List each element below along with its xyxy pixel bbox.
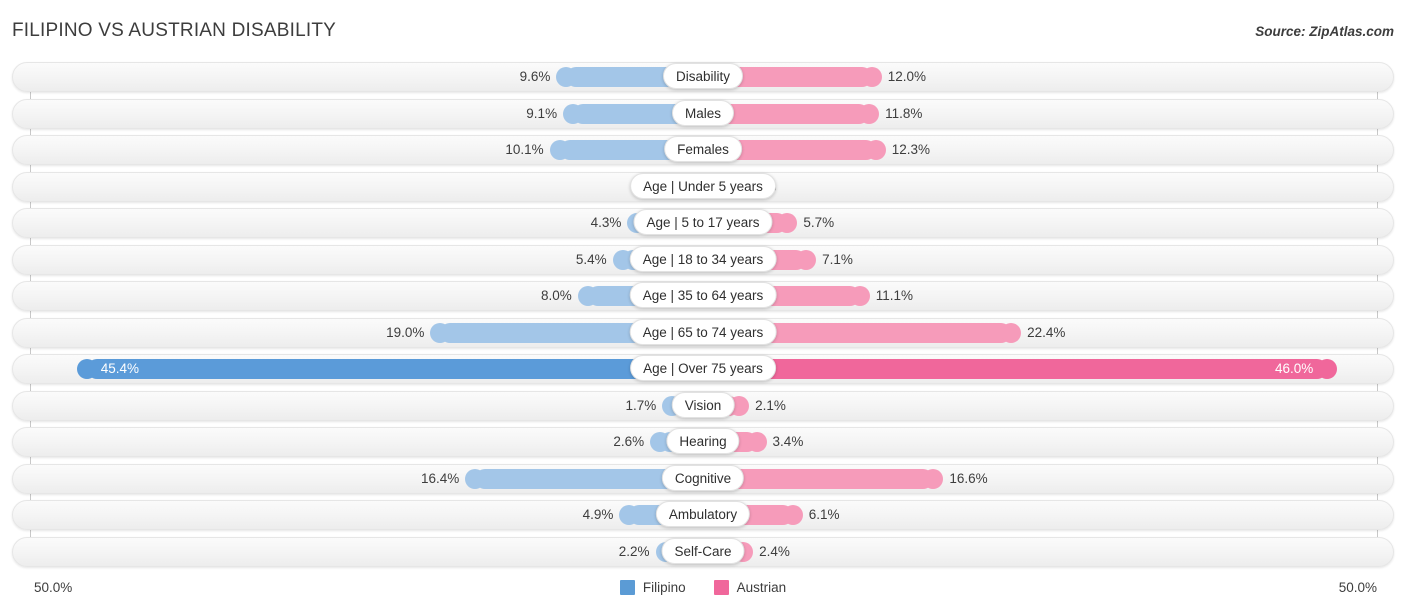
table-row[interactable]: 2.6% 3.4% Hearing <box>0 427 1406 457</box>
category-label-pill[interactable]: Males <box>671 99 735 126</box>
source-attribution: Source: ZipAtlas.com <box>1255 24 1394 39</box>
legend-swatch-icon <box>713 580 729 595</box>
value-label-austrian: 22.4% <box>1027 324 1066 340</box>
value-label-austrian: 16.6% <box>949 470 988 486</box>
value-label-filipino: 8.0% <box>541 288 572 303</box>
bar-austrian[interactable] <box>711 468 944 489</box>
category-label-pill[interactable]: Age | Over 75 years <box>630 355 776 381</box>
legend-swatch-icon <box>619 580 635 595</box>
value-label-filipino: 1.7% <box>625 397 657 413</box>
category-label-pill[interactable]: Hearing <box>666 428 740 454</box>
value-label-filipino: 4.3% <box>590 215 622 230</box>
value-label-filipino: 9.1% <box>526 105 558 121</box>
category-label-pill[interactable]: Age | 18 to 34 years <box>629 245 777 272</box>
table-row[interactable]: 8.0% 11.1% Age | 35 to 64 years <box>0 281 1406 311</box>
table-row[interactable]: 1.1%1.4%Age | Under 5 years <box>0 171 1406 202</box>
legend-item[interactable]: Filipino <box>619 580 686 595</box>
value-label-austrian: 11.1% <box>875 288 913 303</box>
category-label-pill[interactable]: Disability <box>662 63 744 89</box>
category-label-pill[interactable]: Age | 35 to 64 years <box>629 282 777 308</box>
legend-item[interactable]: Austrian <box>713 580 787 595</box>
value-label-austrian: 5.7% <box>803 215 835 230</box>
value-label-filipino: 9.6% <box>519 69 551 84</box>
chart-plot-area: 9.6% 12.0% Disability 9.1% 11.8% Males 10.1% 12… <box>0 62 1406 574</box>
value-label-filipino: 16.4% <box>420 470 460 486</box>
table-row[interactable]: 4.3% 5.7% Age | 5 to 17 years <box>0 208 1406 238</box>
value-label-austrian: 11.8% <box>885 105 923 121</box>
category-label-pill[interactable]: Vision <box>671 391 735 418</box>
table-row[interactable]: 2.2% 2.4% Self-Care <box>0 536 1406 567</box>
value-label-austrian: 3.4% <box>772 434 804 449</box>
table-row[interactable]: 19.0% 22.4% Age | 65 to 74 years <box>0 317 1406 348</box>
chart-footer: 50.0% 50.0% Filipino Austrian <box>0 576 1406 612</box>
table-row[interactable]: 9.6% 12.0% Disability <box>0 62 1406 92</box>
value-label-austrian: 12.3% <box>891 142 931 157</box>
value-label-filipino: 4.9% <box>582 507 614 522</box>
category-label-pill[interactable]: Age | 65 to 74 years <box>629 318 777 345</box>
table-row[interactable]: 1.7% 2.1% Vision <box>0 390 1406 421</box>
chart-legend: Filipino Austrian <box>0 580 1406 595</box>
legend-label: Filipino <box>642 580 686 595</box>
value-label-austrian: 2.4% <box>759 543 790 559</box>
value-label-filipino: 2.6% <box>613 434 645 449</box>
table-row[interactable]: 45.4% 46.0% Age | Over 75 years <box>0 354 1406 384</box>
value-label-filipino: 2.2% <box>618 543 650 559</box>
table-row[interactable]: 5.4% 7.1% Age | 18 to 34 years <box>0 244 1406 275</box>
bar-rows-container: 9.6% 12.0% Disability 9.1% 11.8% Males 10.1% 12… <box>0 62 1406 573</box>
table-row[interactable]: 16.4% 16.6% Cognitive <box>0 463 1406 494</box>
category-label-pill[interactable]: Age | Under 5 years <box>630 172 776 199</box>
value-label-filipino: 1.1% <box>0 172 664 202</box>
value-label-austrian: 2.1% <box>755 397 786 413</box>
category-label-pill[interactable]: Age | 5 to 17 years <box>633 209 773 235</box>
table-row[interactable]: 4.9% 6.1% Ambulatory <box>0 500 1406 530</box>
category-label-pill[interactable]: Self-Care <box>661 537 745 564</box>
value-label-filipino: 19.0% <box>386 324 425 340</box>
legend-label: Austrian <box>736 580 787 595</box>
value-label-austrian: 7.1% <box>822 251 853 267</box>
table-row[interactable]: 9.1% 11.8% Males <box>0 98 1406 129</box>
table-row[interactable]: 10.1% 12.3% Females <box>0 135 1406 165</box>
value-label-austrian: 6.1% <box>808 507 840 522</box>
value-label-austrian: 12.0% <box>887 69 927 84</box>
bar-austrian[interactable] <box>711 103 880 124</box>
category-label-pill[interactable]: Ambulatory <box>655 501 751 527</box>
category-label-pill[interactable]: Females <box>664 136 742 162</box>
page-title: FILIPINO VS AUSTRIAN DISABILITY <box>12 20 337 41</box>
value-label-filipino: 5.4% <box>575 251 607 267</box>
chart-header: FILIPINO VS AUSTRIAN DISABILITY Source: … <box>0 0 1406 60</box>
category-label-pill[interactable]: Cognitive <box>661 464 745 491</box>
value-label-filipino: 10.1% <box>505 142 544 157</box>
